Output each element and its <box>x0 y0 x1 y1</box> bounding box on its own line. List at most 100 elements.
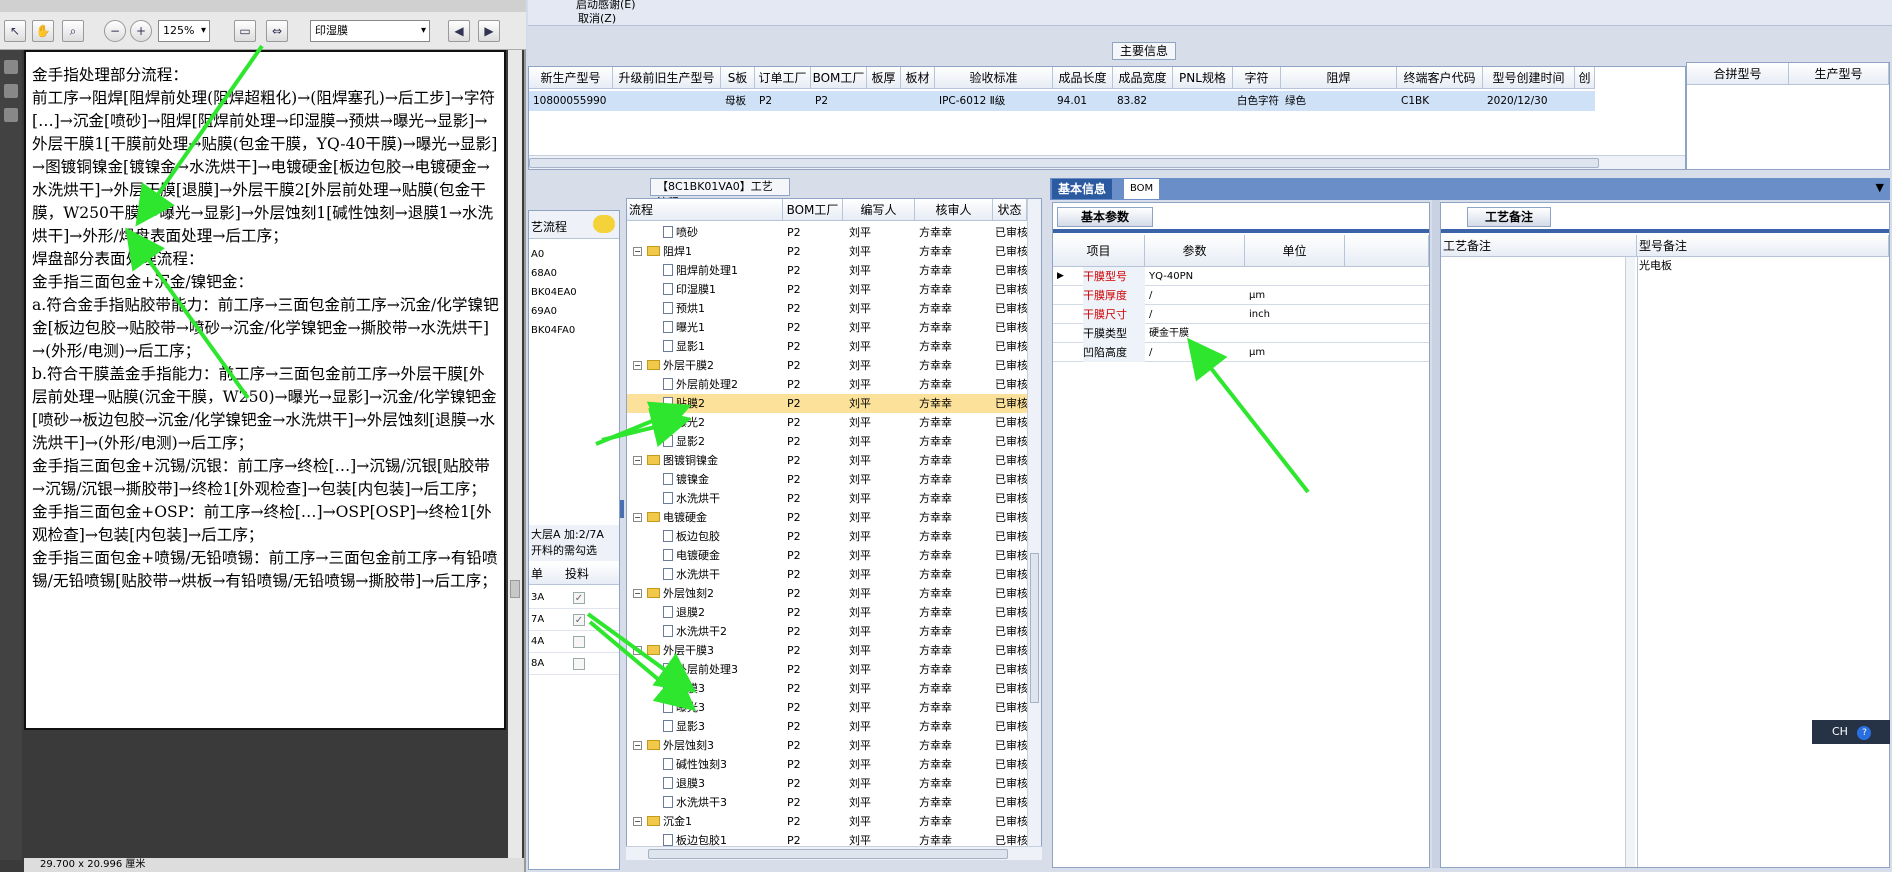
table-cell[interactable] <box>1575 91 1595 111</box>
bookmark-icon[interactable] <box>4 84 18 98</box>
tab-bom[interactable]: BOM <box>1124 179 1160 199</box>
highlight-style-combo[interactable]: 印湿膜 <box>310 20 430 42</box>
table-cell[interactable] <box>867 91 901 111</box>
table-cell[interactable]: 白色字符 <box>1233 91 1281 111</box>
collapse-icon[interactable]: − <box>633 513 642 522</box>
zoom-tool-icon[interactable]: ⌕ <box>62 20 84 42</box>
collapse-icon[interactable]: − <box>633 247 642 256</box>
param-value[interactable]: / <box>1149 343 1152 362</box>
column-header-unit[interactable]: 单位 <box>1245 235 1345 267</box>
table-cell[interactable]: 绿色 <box>1281 91 1397 111</box>
column-header[interactable]: 板材 <box>901 67 935 89</box>
zoom-combo[interactable]: 125% <box>158 20 210 42</box>
column-header[interactable]: 阻焊 <box>1281 67 1397 89</box>
list-item[interactable]: A0 <box>531 245 617 264</box>
process-tree-vscrollbar[interactable] <box>1027 199 1041 859</box>
column-header[interactable]: 终端客户代码 <box>1397 67 1483 89</box>
tree-row[interactable]: 沉金1 − P2 刘平 方幸幸 已审核 <box>627 812 1028 831</box>
column-header-production-model[interactable]: 生产型号 <box>1789 63 1889 85</box>
column-header[interactable]: 型号创建时间 <box>1483 67 1575 89</box>
column-header-model-note[interactable]: 型号备注 <box>1637 235 1889 257</box>
list-item[interactable]: BK04EA0 <box>531 283 617 302</box>
comment-icon[interactable] <box>593 215 615 233</box>
tree-row[interactable]: 电镀硬金 − P2 刘平 方幸幸 已审核 <box>627 508 1028 527</box>
tree-row[interactable]: 曝光3 P2 刘平 方幸幸 已审核 <box>627 698 1028 717</box>
tree-row[interactable]: 外层前处理2 P2 刘平 方幸幸 已审核 <box>627 375 1028 394</box>
column-header-reviewer[interactable]: 核审人 <box>915 199 993 221</box>
tree-row[interactable]: 曝光1 P2 刘平 方幸幸 已审核 <box>627 318 1028 337</box>
column-header-merge-model[interactable]: 合拼型号 <box>1687 63 1789 85</box>
column-header[interactable]: 成品长度 <box>1053 67 1113 89</box>
table-cell[interactable] <box>901 91 935 111</box>
collapse-icon[interactable]: − <box>633 361 642 370</box>
column-header-flow[interactable]: 流程 <box>627 199 783 221</box>
splitter-handle[interactable] <box>620 500 624 518</box>
table-cell[interactable]: IPC-6012 Ⅱ级 <box>935 91 1053 111</box>
tree-row[interactable]: 显影2 P2 刘平 方幸幸 已审核 <box>627 432 1028 451</box>
list-item[interactable]: BK04FA0 <box>531 321 617 340</box>
param-value[interactable]: 硬金干膜 <box>1149 324 1189 343</box>
craft-note-scrollbar[interactable] <box>1625 257 1635 867</box>
pdf-vertical-scrollbar[interactable] <box>508 50 522 860</box>
tree-row[interactable]: 贴膜3 P2 刘平 方幸幸 已审核 <box>627 679 1028 698</box>
tree-row[interactable]: 水洗烘干 P2 刘平 方幸幸 已审核 <box>627 489 1028 508</box>
table-cell[interactable]: P2 <box>755 91 811 111</box>
column-header-writer[interactable]: 编写人 <box>843 199 915 221</box>
collapse-icon[interactable]: − <box>633 741 642 750</box>
column-header[interactable]: BOM工厂 <box>811 67 867 89</box>
process-tree-hscrollbar[interactable] <box>626 846 1042 860</box>
tree-row[interactable]: 板边包胶 P2 刘平 方幸幸 已审核 <box>627 527 1028 546</box>
feed-checkbox[interactable] <box>573 636 585 648</box>
tab-basic-info[interactable]: 基本信息 <box>1052 179 1113 199</box>
column-header-craft-note[interactable]: 工艺备注 <box>1441 235 1637 257</box>
next-page-icon[interactable]: ▶ <box>478 20 500 42</box>
column-header[interactable]: 验收标准 <box>935 67 1053 89</box>
tree-row[interactable]: 外层干膜2 − P2 刘平 方幸幸 已审核 <box>627 356 1028 375</box>
param-value[interactable]: YQ-40PN <box>1149 267 1193 286</box>
menu-item-undo[interactable]: 取消(Z) <box>578 10 616 26</box>
column-header-param[interactable]: 参数 <box>1145 235 1245 267</box>
tree-row[interactable]: 碱性蚀刻3 P2 刘平 方幸幸 已审核 <box>627 755 1028 774</box>
tree-row[interactable]: 水洗烘干 P2 刘平 方幸幸 已审核 <box>627 565 1028 584</box>
table-cell[interactable] <box>1173 91 1233 111</box>
collapse-icon[interactable]: − <box>633 456 642 465</box>
param-row[interactable]: 凹陷高度 / μm <box>1053 343 1429 362</box>
param-value[interactable]: / <box>1149 305 1152 324</box>
column-header[interactable]: 创 <box>1575 67 1595 89</box>
panel-splitter[interactable] <box>1432 200 1440 868</box>
table-cell[interactable]: P2 <box>811 91 867 111</box>
column-header[interactable]: 板厚 <box>867 67 901 89</box>
tree-row[interactable]: 预烘1 P2 刘平 方幸幸 已审核 <box>627 299 1028 318</box>
fit-page-icon[interactable]: ▭ <box>234 20 256 42</box>
column-header-item[interactable]: 项目 <box>1053 235 1145 267</box>
table-row[interactable]: 8A <box>529 653 619 675</box>
column-header[interactable]: 新生产型号 <box>529 67 613 89</box>
column-header-bom[interactable]: BOM工厂 <box>783 199 843 221</box>
feed-checkbox[interactable] <box>573 658 585 670</box>
column-header[interactable]: PNL规格 <box>1173 67 1233 89</box>
param-row[interactable]: ▶ 干膜型号 YQ-40PN <box>1053 267 1429 286</box>
dropdown-chevron-icon[interactable]: ▼ <box>1876 181 1884 194</box>
list-item[interactable]: 69A0 <box>531 302 617 321</box>
tree-row[interactable]: 外层干膜3 − P2 刘平 方幸幸 已审核 <box>627 641 1028 660</box>
tree-row[interactable]: 显影3 P2 刘平 方幸幸 已审核 <box>627 717 1028 736</box>
table-row[interactable]: 7A ✓ <box>529 609 619 631</box>
feed-checkbox[interactable]: ✓ <box>573 592 585 604</box>
prev-page-icon[interactable]: ◀ <box>448 20 470 42</box>
tree-row[interactable]: 外层前处理3 P2 刘平 方幸幸 已审核 <box>627 660 1028 679</box>
column-header[interactable]: 订单工厂 <box>755 67 811 89</box>
zoom-in-icon[interactable]: + <box>130 20 152 42</box>
column-header-status[interactable]: 状态 <box>993 199 1027 221</box>
tree-row[interactable]: 电镀硬金 P2 刘平 方幸幸 已审核 <box>627 546 1028 565</box>
column-header[interactable]: 升级前旧生产型号 <box>613 67 721 89</box>
hand-tool-icon[interactable]: ✋ <box>32 20 54 42</box>
param-row[interactable]: 干膜类型 硬金干膜 <box>1053 324 1429 343</box>
tree-row[interactable]: 阻焊前处理1 P2 刘平 方幸幸 已审核 <box>627 261 1028 280</box>
main-info-hscrollbar[interactable] <box>529 155 1685 169</box>
table-cell[interactable]: 94.01 <box>1053 91 1113 111</box>
list-item[interactable]: 68A0 <box>531 264 617 283</box>
table-cell[interactable]: 2020/12/30 <box>1483 91 1575 111</box>
zoom-out-icon[interactable]: − <box>104 20 126 42</box>
tree-row[interactable]: 印湿膜1 P2 刘平 方幸幸 已审核 <box>627 280 1028 299</box>
tree-row[interactable]: 外层蚀刻2 − P2 刘平 方幸幸 已审核 <box>627 584 1028 603</box>
